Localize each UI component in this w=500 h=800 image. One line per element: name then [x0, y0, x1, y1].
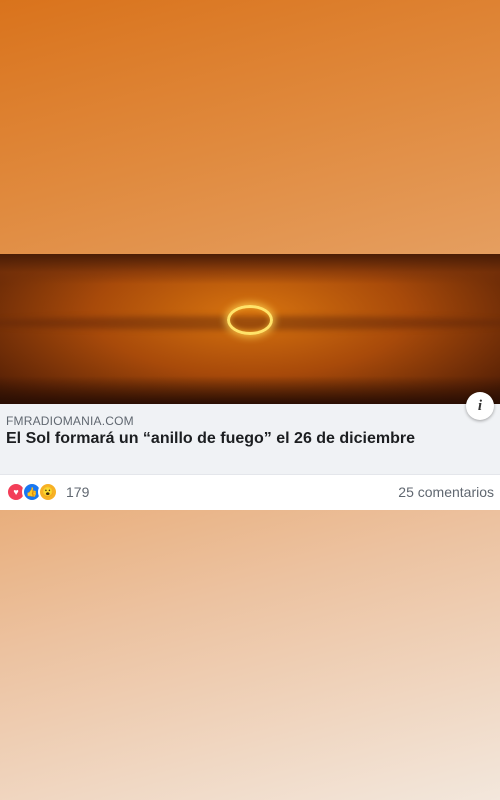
info-icon-glyph: i [477, 397, 483, 414]
reaction-count: 179 [66, 484, 90, 500]
eclipse-photo[interactable] [0, 254, 500, 404]
horizon [0, 376, 500, 404]
info-icon[interactable]: i [466, 392, 494, 420]
post-stats-bar: ♥ 👍 😮 179 25 comentarios [0, 474, 500, 509]
link-headline[interactable]: El Sol formará un “anillo de fuego” el 2… [6, 429, 492, 448]
comments-count-link[interactable]: 25 comentarios [398, 484, 494, 500]
link-meta[interactable]: FMRADIOMANIA.COM El Sol formará un “anil… [0, 404, 500, 474]
cloud-layer [0, 254, 500, 284]
link-source: FMRADIOMANIA.COM [6, 414, 134, 428]
annular-eclipse-ring [227, 305, 273, 335]
wow-icon: 😮 [38, 482, 58, 502]
link-preview-card[interactable]: i FMRADIOMANIA.COM El Sol formará un “an… [0, 254, 500, 510]
reactions-summary[interactable]: ♥ 👍 😮 179 [6, 482, 89, 502]
